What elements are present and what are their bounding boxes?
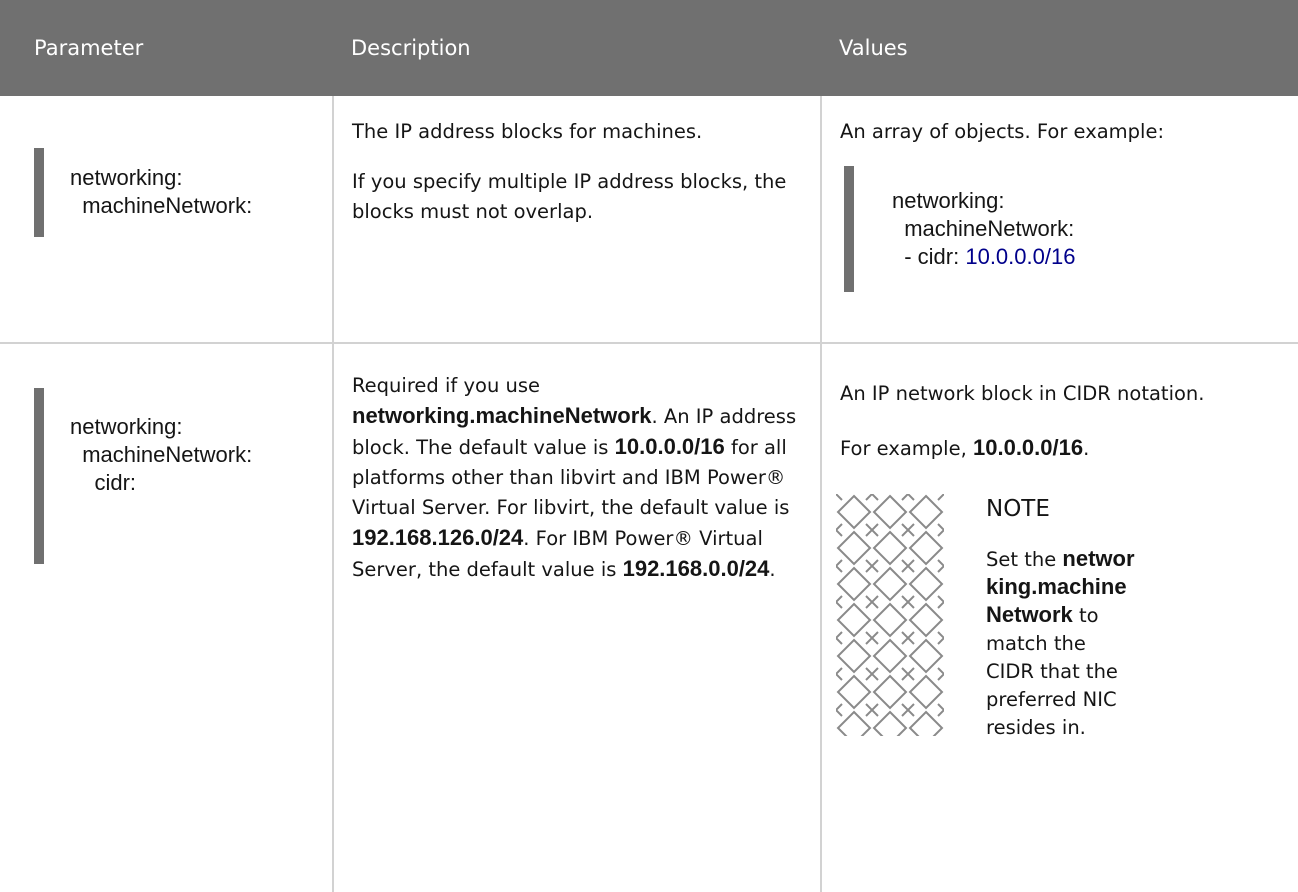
code-line: networking: (70, 165, 183, 190)
description-text: Required if you use networking.machineNe… (352, 374, 797, 581)
code-line: cidr: (70, 470, 137, 495)
values-text: An IP network block in CIDR notation. (840, 382, 1205, 405)
table-row: networking: machineNetwork: The IP addre… (0, 96, 1298, 344)
parameter-cell: networking: machineNetwork: (0, 96, 334, 344)
code-line: machineNetwork: (892, 216, 1075, 241)
parameter-code-block: networking: machineNetwork: cidr: (34, 388, 332, 564)
header-parameter: Parameter (34, 36, 144, 60)
description-text: The IP address blocks for machines. (352, 120, 703, 143)
description-cell: The IP address blocks for machines. If y… (333, 96, 822, 344)
code-line: networking: (70, 414, 183, 439)
note-icon (836, 494, 944, 736)
code-line: machineNetwork: (70, 193, 253, 218)
parameter-cell: networking: machineNetwork: cidr: (0, 343, 334, 892)
code-line: networking: (892, 188, 1005, 213)
inline-code: 10.0.0.0/16 (973, 435, 1084, 460)
code-line: - cidr: (892, 244, 966, 269)
header-values: Values (839, 36, 908, 60)
values-cell: An IP network block in CIDR notation. Fo… (821, 343, 1298, 892)
note-title: NOTE (986, 496, 1050, 522)
inline-code: networking.machineNetwork (352, 403, 652, 428)
parameters-table: Parameter Description Values networking:… (0, 0, 1298, 892)
table-header-row: Parameter Description Values (0, 0, 1298, 96)
values-text: For example, 10.0.0.0/16. (840, 435, 1090, 460)
inline-code: 192.168.126.0/24 (352, 525, 524, 550)
header-description: Description (351, 36, 471, 60)
code-line: machineNetwork: (70, 442, 253, 467)
values-cell: An array of objects. For example: networ… (821, 96, 1298, 344)
parameter-code-block: networking: machineNetwork: (34, 148, 332, 237)
values-text: An array of objects. For example: (840, 120, 1165, 143)
note-admonition: NOTE Set the networking.machineNetwork t… (836, 494, 1298, 742)
note-text: Set the networking.machineNetwork to mat… (986, 546, 1135, 740)
description-text: If you specify multiple IP address block… (352, 170, 787, 223)
description-cell: Required if you use networking.machineNe… (333, 343, 822, 892)
inline-code: 10.0.0.0/16 (614, 434, 725, 459)
example-code-block: networking: machineNetwork: - cidr: 10.0… (844, 166, 1298, 292)
table-row: networking: machineNetwork: cidr: Requir… (0, 343, 1298, 892)
code-literal: 10.0.0.0/16 (965, 244, 1076, 269)
inline-code: 192.168.0.0/24 (622, 556, 770, 581)
